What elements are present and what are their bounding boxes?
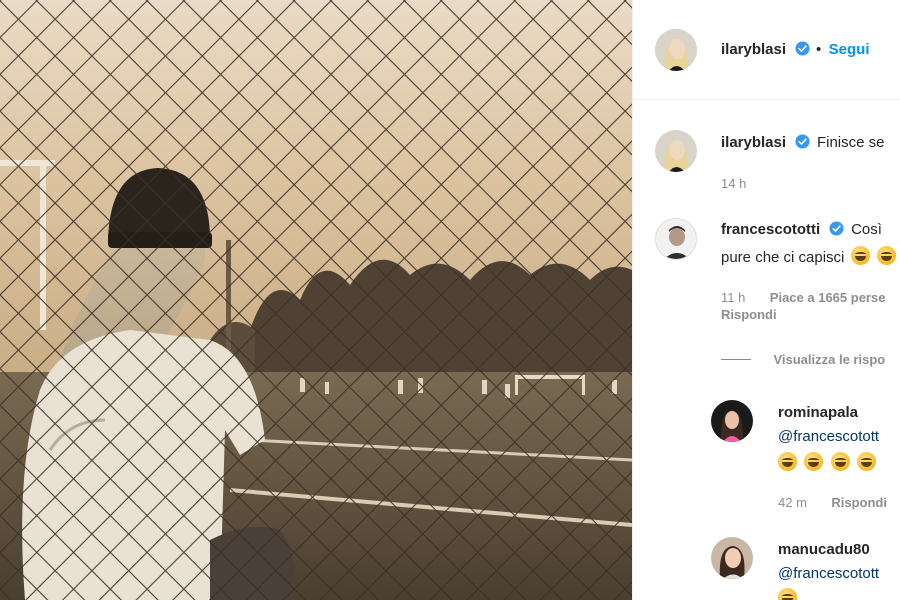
reply-username[interactable]: manucadu80 [778,541,870,558]
comment-line-1: francescototti Così [721,221,882,239]
header-separator: • [815,41,822,58]
avatar-image [711,537,753,579]
divider-line [721,359,751,361]
avatar-image [656,219,696,259]
caption-username[interactable]: ilaryblasi [721,134,786,151]
comment-text-1: Così [851,221,882,238]
grinning-emoji-icon [830,452,850,471]
reply-time[interactable]: 42 m [778,495,807,510]
reply-avatar[interactable] [711,537,753,579]
comment-text-2: pure che ci capisci [721,249,845,266]
grinning-emoji-icon [857,452,877,471]
grinning-emoji-icon [804,452,824,471]
reply-mention[interactable]: @francescotott [778,565,879,582]
verified-badge-icon [829,221,844,236]
header-line: ilaryblasi • Segui [721,41,870,59]
verified-badge-icon [794,134,810,149]
avatar-image [711,400,753,442]
reply-avatar[interactable] [711,400,753,442]
reply-emojis [778,452,879,473]
reply-reply-button[interactable]: Rispondi [831,495,887,510]
caption-avatar[interactable] [655,130,697,172]
grinning-emoji-icon [778,588,797,600]
grinning-emoji-icon [778,452,797,471]
comment-avatar[interactable] [655,218,697,260]
follow-button[interactable]: Segui [829,41,870,58]
grinning-emoji-icon [877,246,897,265]
grinning-emoji-icon [850,246,870,265]
caption-line: ilaryblasi Finisce se [721,134,884,152]
caption-time[interactable]: 14 h [721,176,746,191]
reply-meta: 42 m Rispondi [778,494,887,512]
view-replies-label: Visualizza le rispo [773,352,886,367]
comment-reply-button[interactable]: Rispondi [721,307,777,322]
post-sidebar: ilaryblasi • Segui ilaryblasi Finisce se… [632,0,900,600]
reply-mention[interactable]: @francescotott [778,428,879,445]
comment-meta: 11 h Piace a 1665 perse [721,289,885,307]
comment-time[interactable]: 11 h [721,290,745,305]
reply-username[interactable]: rominapala [778,404,858,421]
view-replies-button[interactable]: Visualizza le rispo [721,351,885,369]
avatar-image [655,130,697,172]
author-avatar[interactable] [655,29,697,71]
comment-likes[interactable]: Piace a 1665 perse [770,290,886,305]
comment-line-2: pure che ci capisci [721,246,899,267]
comment-username[interactable]: francescototti [721,221,820,238]
post-header: ilaryblasi • Segui [633,0,900,100]
caption-text: Finisce se [816,134,885,151]
photo-scene [0,0,632,600]
author-username[interactable]: ilaryblasi [721,41,786,58]
post-photo[interactable] [0,0,632,600]
verified-badge-icon [794,41,810,56]
avatar-image [655,29,697,71]
